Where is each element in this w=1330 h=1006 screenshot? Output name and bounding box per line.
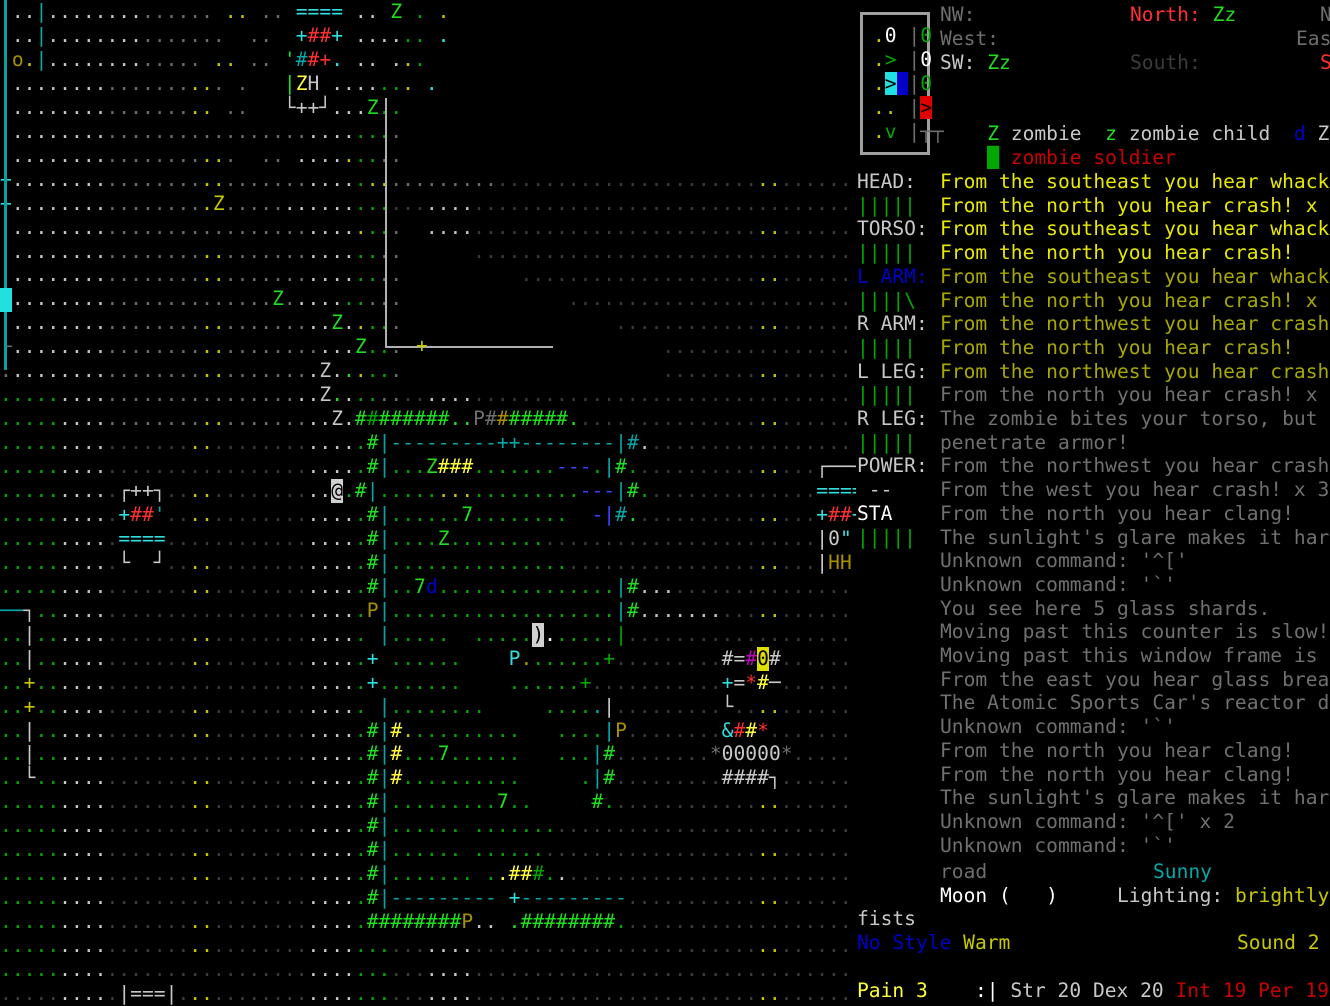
map-row: |................................. .....… <box>0 239 852 263</box>
map-structure: #|#.......... ....|P <box>366 718 627 743</box>
building-wall <box>385 98 387 348</box>
map-row: |................. .. └++┘...Z.. <box>0 95 403 119</box>
map-structure: |===| <box>118 981 178 1006</box>
map-structure: #|..7d...............|#... <box>366 574 675 599</box>
map-structure: | <box>23 742 36 767</box>
map-structure: |..... .....)......| <box>366 622 627 647</box>
map-structure: |0"| <box>816 526 856 551</box>
cursor-marker <box>0 288 12 312</box>
map-structure: #|............... <box>366 550 568 575</box>
map-structure: + <box>23 694 36 719</box>
map-structure: +##+ <box>816 502 856 527</box>
map-structure: P|...................|#....... <box>366 598 722 623</box>
map-structure: └ ┘ <box>118 550 166 575</box>
map-structure: +##' <box>118 502 166 527</box>
map-structure: &##* <box>721 718 769 743</box>
map-row: |................................. .....… <box>0 215 852 239</box>
map-row: +.......................................… <box>0 167 852 191</box>
map-row: |......................Z.......... .....… <box>0 287 852 311</box>
minimap-row: .. |> <box>873 96 932 119</box>
map-row: |o.|............. .. ..Z'##+.... ... <box>0 47 426 71</box>
map-structure: ┌++┐ <box>118 479 166 503</box>
map-structure: #|....Z........ <box>366 526 545 551</box>
map-structure: | <box>23 646 36 671</box>
minimap-row: .> |0 <box>873 72 932 95</box>
map-structure: ==== <box>816 479 856 503</box>
map-row: |.................. .. |ZH|....... . <box>0 71 438 95</box>
map-structure: +....... ......+ <box>366 670 592 695</box>
map-structure: |HH| <box>816 550 856 575</box>
map-structure: ──┐ <box>0 598 36 623</box>
map-structure: #|....... ..###.. <box>366 862 568 887</box>
minimap-row: .v |┬┬ <box>873 120 944 143</box>
left-wall-line <box>4 0 7 370</box>
map-structure: #|......7........ --|#. <box>366 502 639 527</box>
map-structure: #=#0# <box>721 646 781 671</box>
map-structure: #|...... ...... <box>366 838 545 863</box>
minimap-row: .0 |0 <box>873 24 932 47</box>
map-structure: └ <box>721 694 734 719</box>
map-row: |................................. <box>0 119 403 143</box>
map-row: +.................Z.....................… <box>0 191 852 215</box>
game-map[interactable]: |..|.............. .. .. =====.. Z.. . |… <box>0 0 856 1006</box>
map-structure: #|#.......... .|# <box>366 766 616 791</box>
map-structure: |......... .....| <box>366 694 616 719</box>
map-row: |................... .. ......... <box>0 143 403 167</box>
map-structure: #|--------- +--------- <box>366 886 627 911</box>
building-wall <box>385 346 553 348</box>
minimap: .0 |0 .> |0 .> |0 .. |> .v |┬┬ <box>860 12 944 155</box>
map-row: |..|............... .. +##+....... . <box>0 23 450 47</box>
map-row: ...........................Z............… <box>0 383 852 407</box>
minimap-row: .> |0 <box>873 48 932 71</box>
map-structure: ########P.. .########. <box>366 910 627 935</box>
map-row: ........................................… <box>0 958 852 981</box>
map-structure: | <box>23 622 36 647</box>
map-row: ............................Z.########..… <box>0 407 852 431</box>
map-structure: @.#|.................---|#. <box>331 479 651 503</box>
map-structure: ==== <box>118 526 166 551</box>
map-structure: #|...... ....... <box>366 814 556 839</box>
map-structure: #|...Z###.......---.|#. <box>366 455 639 480</box>
map-row: |..|.............. .. .. =====.. Z.. . <box>0 0 450 23</box>
map-structure: #|#...7...... ...|# <box>366 742 616 767</box>
map-row: ........................................… <box>0 934 852 958</box>
map-structure: +=*#─ <box>721 670 781 695</box>
map-row: |...........................Z..... .....… <box>0 311 852 335</box>
map-structure: #|---------++--------|#. <box>366 431 651 456</box>
map-structure: └ <box>23 766 36 791</box>
map-row: ...........................Z...... .....… <box>0 359 852 383</box>
map-structure: ┌──┐ <box>816 455 856 480</box>
map-structure: *00000* <box>709 742 793 767</box>
door-icon[interactable]: + <box>416 334 428 358</box>
map-structure: ####┐ <box>721 766 781 791</box>
map-structure: + <box>23 670 36 695</box>
map-structure: | <box>23 718 36 743</box>
map-structure: + ...... &P.......+ <box>366 646 616 671</box>
map-row: |................................. .....… <box>0 263 852 287</box>
map-structure: #|.........7.. #. <box>366 790 616 815</box>
